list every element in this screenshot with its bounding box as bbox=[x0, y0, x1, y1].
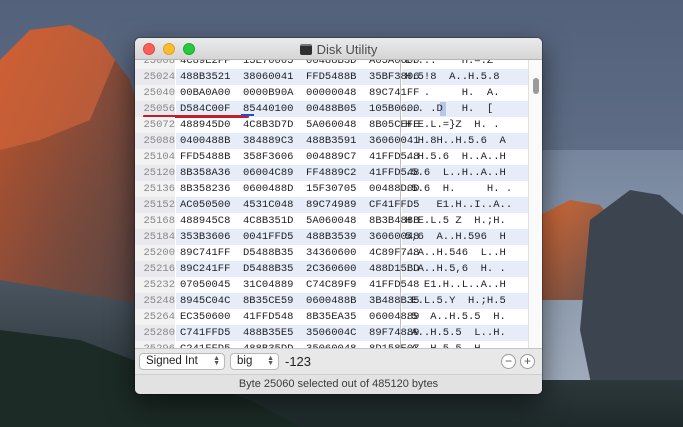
vertical-scrollbar[interactable] bbox=[528, 60, 542, 348]
row-offset: 25072 bbox=[135, 117, 175, 133]
endian-label: big bbox=[237, 355, 253, 367]
hex-row[interactable]: 25248 8945C04C 8B35CE59 0600488B 3B488B35… bbox=[135, 293, 542, 309]
row-offset: 25136 bbox=[135, 181, 175, 197]
hex-row[interactable]: 25120 8B358A36 06004C89 FF4889C2 41FFD548… bbox=[135, 165, 542, 181]
hex-bytes[interactable]: FFD5488B 358F3606 004889C7 41FFD548 bbox=[180, 149, 419, 165]
hex-row[interactable]: 25280 C741FFD5 488B35E5 3506004C 89F74889… bbox=[135, 325, 542, 341]
row-offset: 25232 bbox=[135, 277, 175, 293]
window-title: Disk Utility bbox=[316, 41, 378, 57]
hex-row[interactable]: 25184 353B3606 0041FFD5 488B3539 36060048… bbox=[135, 229, 542, 245]
row-offset: 25216 bbox=[135, 261, 175, 277]
hex-bytes[interactable]: 8945C04C 8B35CE59 0600488B 3B488B35 bbox=[180, 293, 419, 309]
ascii-text[interactable]: H.8H..H.5.6 A bbox=[405, 133, 506, 149]
add-button[interactable]: + bbox=[520, 354, 535, 369]
hex-row[interactable]: 25104 FFD5488B 358F3606 004889C7 41FFD548… bbox=[135, 149, 542, 165]
hex-bytes[interactable]: 89C741FF D5488B35 34360600 4C89F748 bbox=[180, 245, 419, 261]
ascii-text[interactable]: ..H.5.6 H..A..H bbox=[405, 149, 506, 165]
hex-bytes[interactable]: 488945C8 4C8B351D 5A060048 8B3B488B bbox=[180, 213, 419, 229]
row-offset: 25152 bbox=[135, 197, 175, 213]
ascii-text[interactable]: H.5!8 A..H.5.8 bbox=[405, 69, 500, 85]
hex-bytes[interactable]: 89C241FF D5488B35 2C360600 488D15BD bbox=[180, 261, 419, 277]
ascii-text[interactable]: 5;6 A..H.596 H bbox=[405, 229, 506, 245]
ascii-text[interactable]: L.... H.=.Z bbox=[405, 60, 493, 69]
hex-bytes[interactable]: 00BA0A00 0000B90A 00000048 89C741FF bbox=[180, 85, 419, 101]
hex-row[interactable]: 25136 8B358236 0600488D 15F30705 00488D0D… bbox=[135, 181, 542, 197]
row-offset: 25008 bbox=[135, 60, 175, 69]
ascii-text[interactable]: .E.L.5.Y H.;H.5 bbox=[405, 293, 506, 309]
remove-button[interactable]: − bbox=[501, 354, 516, 369]
status-text: Byte 25060 selected out of 485120 bytes bbox=[238, 378, 439, 390]
hex-bytes[interactable]: 8B358A36 06004C89 FF4889C2 41FFD548 bbox=[180, 165, 419, 181]
hex-bytes[interactable]: EC350600 41FFD548 8B35EA35 06004889 bbox=[180, 309, 419, 325]
ascii-text[interactable]: E1.H..L..A..H bbox=[405, 277, 506, 293]
value-inspector-bar: Signed Int ▲ ▼ big ▲ ▼ -123 − + bbox=[135, 348, 542, 374]
row-offset: 25296 bbox=[135, 341, 175, 348]
hex-row[interactable]: 25088 0400488B 384889C3 488B3591 36060041… bbox=[135, 133, 542, 149]
hex-bytes[interactable]: 488945D0 4C8B3D7D 5A060048 8B05CEFE bbox=[180, 117, 419, 133]
disk-utility-window: Disk Utility 25008 4C89E2FF 15E70005 0048… bbox=[135, 38, 542, 394]
hex-bytes[interactable]: C741FFD5 488B35E5 3506004C 89F74889 bbox=[180, 325, 419, 341]
ascii-text[interactable]: ..A..H.546 L..H bbox=[405, 245, 506, 261]
ascii-text[interactable]: .5.6 H. H. . bbox=[405, 181, 512, 197]
ascii-text[interactable]: .A..H.5.5 H. . bbox=[405, 341, 506, 348]
row-offset: 25088 bbox=[135, 133, 175, 149]
row-offset: 25184 bbox=[135, 229, 175, 245]
ascii-text[interactable]: ... .D H. [ bbox=[405, 101, 493, 117]
popup-arrows-icon: ▲ ▼ bbox=[213, 355, 220, 367]
hex-row[interactable]: 25008 4C89E2FF 15E70005 00488B3D A05A0600… bbox=[135, 60, 542, 69]
data-type-popup[interactable]: Signed Int ▲ ▼ bbox=[139, 353, 225, 370]
hex-bytes[interactable]: C241FFD5 488B35DD 35060048 8D158E07 bbox=[180, 341, 419, 348]
hex-bytes[interactable]: 8B358236 0600488D 15F30705 00488D0D bbox=[180, 181, 419, 197]
column-divider bbox=[400, 60, 401, 348]
hex-row[interactable]: 25200 89C741FF D5488B35 34360600 4C89F748… bbox=[135, 245, 542, 261]
row-offset: 25120 bbox=[135, 165, 175, 181]
hex-row[interactable]: 25232 07050045 31C04889 C74C89F9 41FFD548… bbox=[135, 277, 542, 293]
ascii-text[interactable]: .5.6 L..H..A..H bbox=[405, 165, 506, 181]
hex-row[interactable]: 25072 488945D0 4C8B3D7D 5A060048 8B05CEFE… bbox=[135, 117, 542, 133]
row-offset: 25200 bbox=[135, 245, 175, 261]
value-field[interactable]: -123 bbox=[285, 353, 311, 370]
endian-popup[interactable]: big ▲ ▼ bbox=[230, 353, 279, 370]
ascii-text[interactable]: . E1.H..I..A.. bbox=[405, 197, 512, 213]
row-offset: 25040 bbox=[135, 85, 175, 101]
hex-row[interactable]: 25168 488945C8 4C8B351D 5A060048 8B3B488B… bbox=[135, 213, 542, 229]
hex-bytes[interactable]: AC050500 4531C048 89C74989 CF41FFD5 bbox=[180, 197, 419, 213]
title-bar[interactable]: Disk Utility bbox=[135, 38, 542, 60]
row-offset: 25248 bbox=[135, 293, 175, 309]
hex-bytes[interactable]: 488B3521 38060041 FFD5488B 35BF3806 bbox=[180, 69, 419, 85]
hex-row[interactable]: 25040 00BA0A00 0000B90A 00000048 89C741FF… bbox=[135, 85, 542, 101]
ascii-text[interactable]: . H. A. bbox=[405, 85, 500, 101]
row-offset: 25024 bbox=[135, 69, 175, 85]
row-offset: 25168 bbox=[135, 213, 175, 229]
cursor-underline bbox=[241, 114, 254, 116]
row-offset: 25264 bbox=[135, 309, 175, 325]
hex-bytes[interactable]: 353B3606 0041FFD5 488B3539 36060048 bbox=[180, 229, 419, 245]
hex-row[interactable]: 25056 D584C00F 85440100 00488B05 105B0600… bbox=[135, 101, 542, 118]
ascii-text[interactable]: .A..H.5.5 L..H. bbox=[405, 325, 506, 341]
scroll-thumb[interactable] bbox=[533, 78, 539, 94]
ascii-text[interactable]: ..A..H.5,6 H. . bbox=[405, 261, 506, 277]
ascii-text[interactable]: H.E.L.5 Z H.;H. bbox=[405, 213, 506, 229]
status-bar: Byte 25060 selected out of 485120 bytes bbox=[135, 374, 542, 394]
hex-row[interactable]: 25024 488B3521 38060041 FFD5488B 35BF3806… bbox=[135, 69, 542, 85]
hex-row[interactable]: 25296 C241FFD5 488B35DD 35060048 8D158E07… bbox=[135, 341, 542, 348]
ascii-text[interactable]: .5 A..H.5.5 H. bbox=[405, 309, 506, 325]
row-offset: 25280 bbox=[135, 325, 175, 341]
popup-arrows-icon: ▲ ▼ bbox=[267, 355, 274, 367]
ascii-text[interactable]: H.E.L.=}Z H. . bbox=[405, 117, 500, 133]
hex-row[interactable]: 25152 AC050500 4531C048 89C74989 CF41FFD5… bbox=[135, 197, 542, 213]
hex-row[interactable]: 25264 EC350600 41FFD548 8B35EA35 06004889… bbox=[135, 309, 542, 325]
hex-row[interactable]: 25216 89C241FF D5488B35 2C360600 488D15BD… bbox=[135, 261, 542, 277]
hex-editor[interactable]: 25008 4C89E2FF 15E70005 00488B3D A05A0600… bbox=[135, 60, 542, 348]
hex-bytes[interactable]: 07050045 31C04889 C74C89F9 41FFD548 bbox=[180, 277, 419, 293]
terminal-icon bbox=[299, 43, 312, 55]
row-offset: 25104 bbox=[135, 149, 175, 165]
hex-bytes[interactable]: 0400488B 384889C3 488B3591 36060041 bbox=[180, 133, 419, 149]
hex-bytes[interactable]: 4C89E2FF 15E70005 00488B3D A05A0600 bbox=[180, 60, 419, 69]
data-type-label: Signed Int bbox=[146, 355, 198, 367]
